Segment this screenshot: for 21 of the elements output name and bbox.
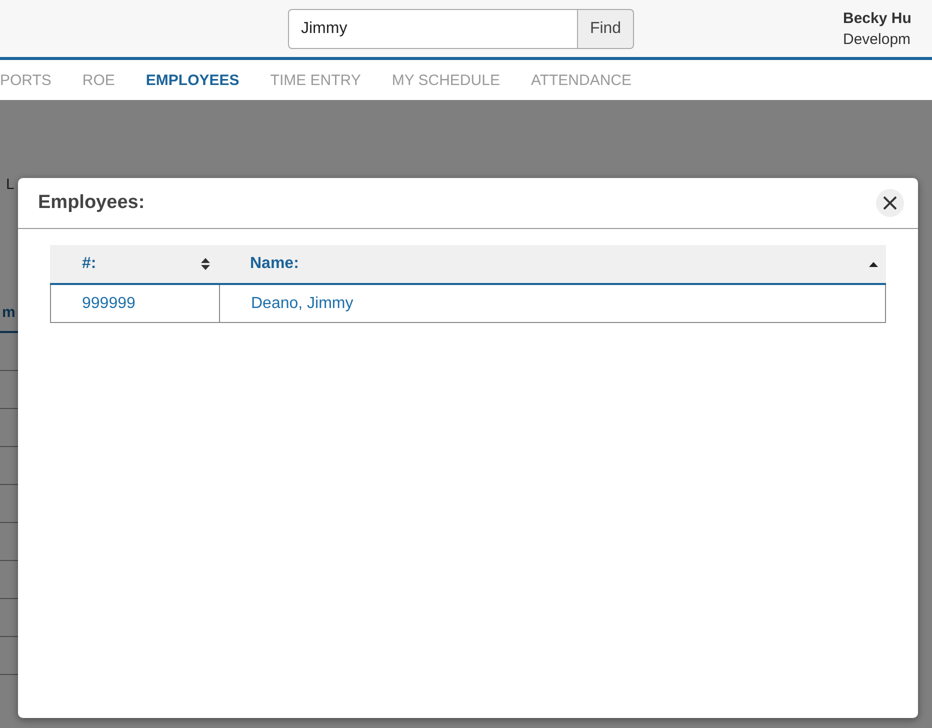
nav-tab[interactable]: EMPLOYEES [146,72,240,88]
close-icon [883,196,897,210]
nav-tab[interactable]: MY SCHEDULE [392,72,500,88]
nav-tab[interactable]: ATTENDANCE [530,72,632,88]
nav-tab[interactable]: ROE [82,72,115,88]
column-header: m [2,304,16,320]
dialog-title: Employees: [38,192,145,214]
sort-icon [201,258,210,270]
page-label: L [6,176,16,193]
close-button[interactable] [876,189,904,217]
user-role: Developm [843,30,912,48]
find-button[interactable]: Find [578,8,634,48]
nav-tab[interactable]: TIME ENTRY [270,72,361,88]
sort-ascending-icon [869,262,878,266]
column-header[interactable]: Name: [218,245,886,283]
table-cell[interactable]: 999999 [51,285,219,322]
search-field[interactable]: Jimmy [288,8,578,48]
column-header[interactable]: #: [50,245,218,283]
user-name: Becky Hu [843,10,912,26]
nav-tab[interactable]: PORTS [0,72,52,88]
table-cell[interactable]: Deano, Jimmy [219,285,885,322]
